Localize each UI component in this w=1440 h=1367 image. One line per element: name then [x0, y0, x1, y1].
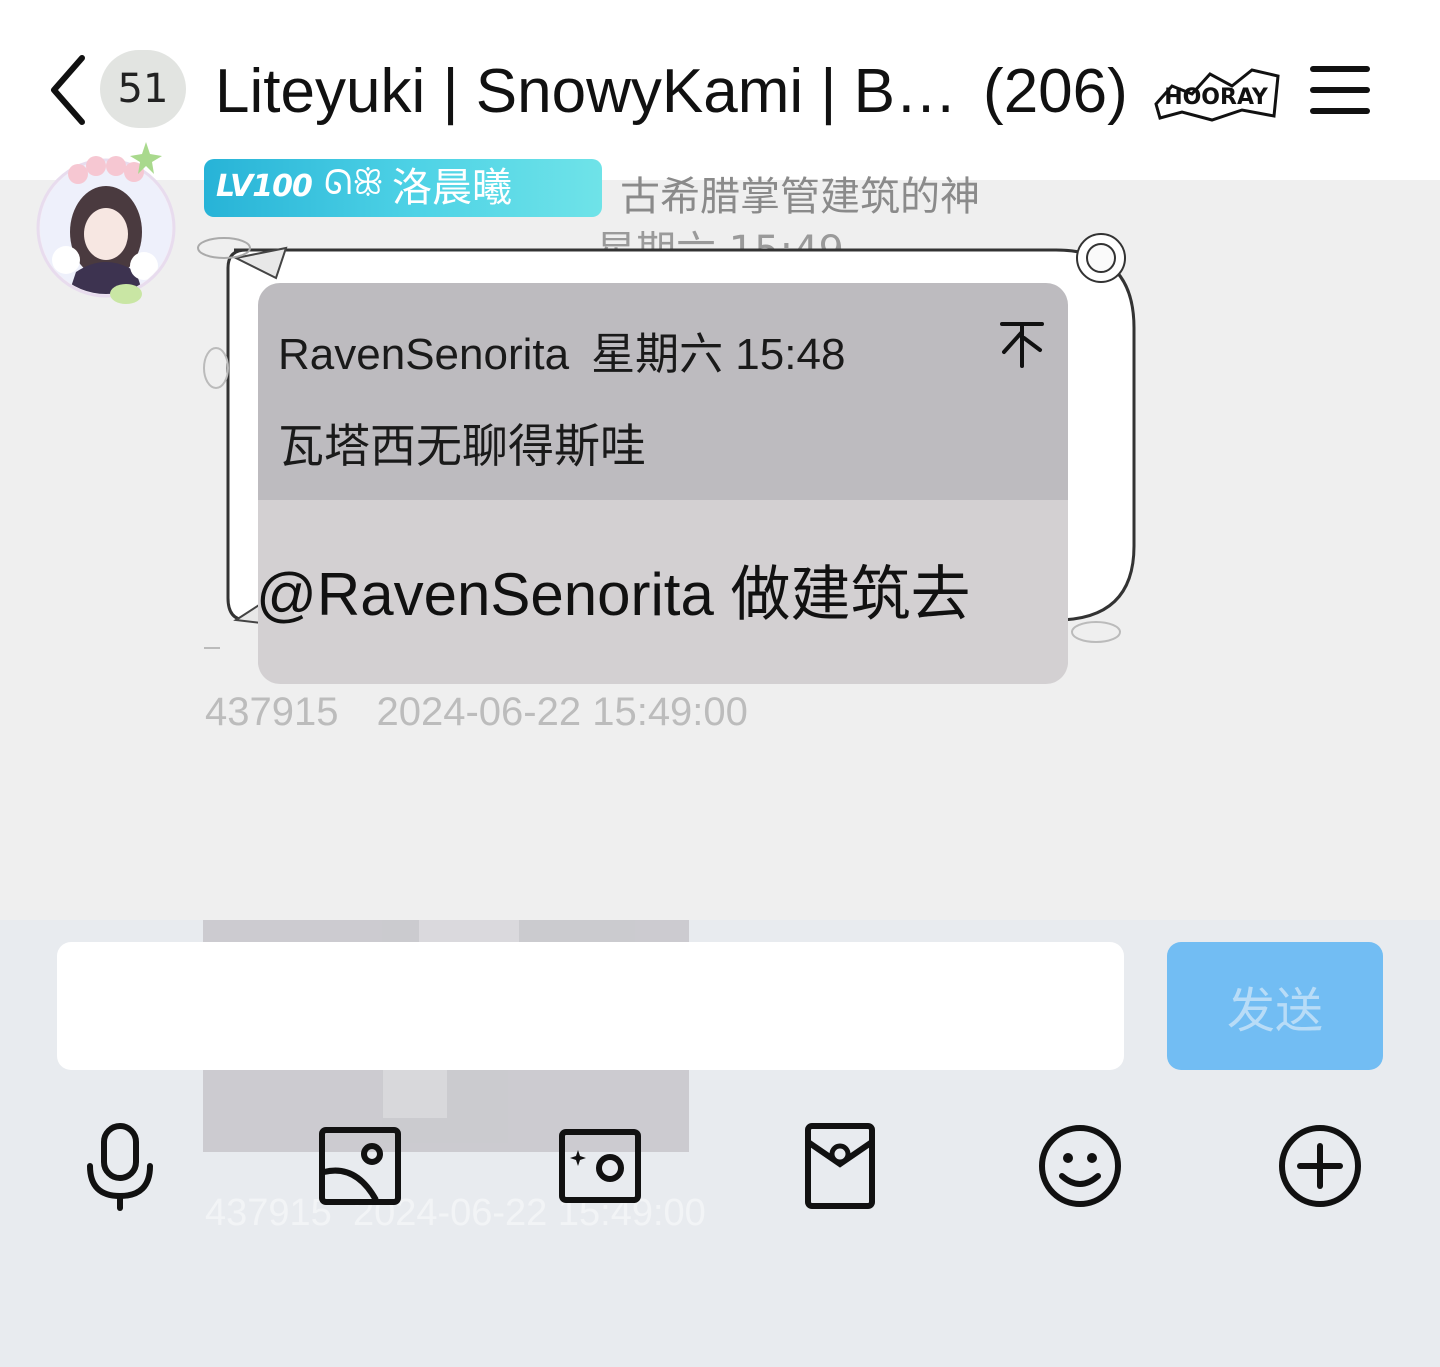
level-label: LV100 — [216, 169, 313, 204]
message-input[interactable] — [57, 942, 1124, 1070]
group-title[interactable]: Liteyuki | SnowyKami | B… (206) — [215, 52, 1128, 132]
hooray-badge-icon: HOORAY — [1154, 68, 1280, 122]
nickname-decoration-left: ᘏꕥ — [324, 163, 384, 203]
emoji-icon[interactable] — [1032, 1118, 1128, 1214]
hooray-badge-text: HOORAY — [1164, 85, 1269, 110]
message-datetime: 2024-06-22 15:49:00 — [376, 690, 748, 734]
quoted-author: RavenSenorita — [278, 330, 570, 379]
sender-nickname: 洛晨曦 — [392, 165, 512, 211]
message-text[interactable]: @RavenSenorita 做建筑去 — [256, 546, 971, 633]
quoted-text: 瓦塔西无聊得斯哇 — [278, 419, 646, 473]
back-arrow-icon[interactable] — [44, 52, 94, 128]
sender-id: 437915 — [205, 690, 339, 734]
quoted-time: 星期六 15:48 — [591, 330, 846, 379]
sender-avatar[interactable] — [26, 142, 188, 312]
group-name: Liteyuki | SnowyKami | B… — [215, 57, 958, 126]
send-button[interactable]: 发送 — [1167, 942, 1383, 1070]
plus-icon[interactable] — [1272, 1118, 1368, 1214]
microphone-icon[interactable] — [72, 1118, 168, 1214]
member-count: (206) — [983, 57, 1128, 126]
image-icon[interactable] — [312, 1118, 408, 1214]
menu-icon[interactable] — [1308, 60, 1372, 120]
quoted-message-header: RavenSenorita 星期六 15:48 — [278, 318, 845, 382]
sender-member-title: 古希腊掌管建筑的神 — [620, 174, 980, 220]
message-meta: 437915 2024-06-22 15:49:00 — [205, 690, 748, 735]
member-level-tag[interactable]: LV100 ᘏꕥ 洛晨曦 — [204, 159, 602, 217]
jump-to-quote-icon[interactable] — [998, 318, 1046, 370]
unread-count-badge[interactable]: 51 — [100, 50, 186, 128]
camera-icon[interactable] — [552, 1118, 648, 1214]
chat-header: 51 Liteyuki | SnowyKami | B… (206) HOORAY — [0, 0, 1440, 180]
red-packet-icon[interactable] — [792, 1118, 888, 1214]
